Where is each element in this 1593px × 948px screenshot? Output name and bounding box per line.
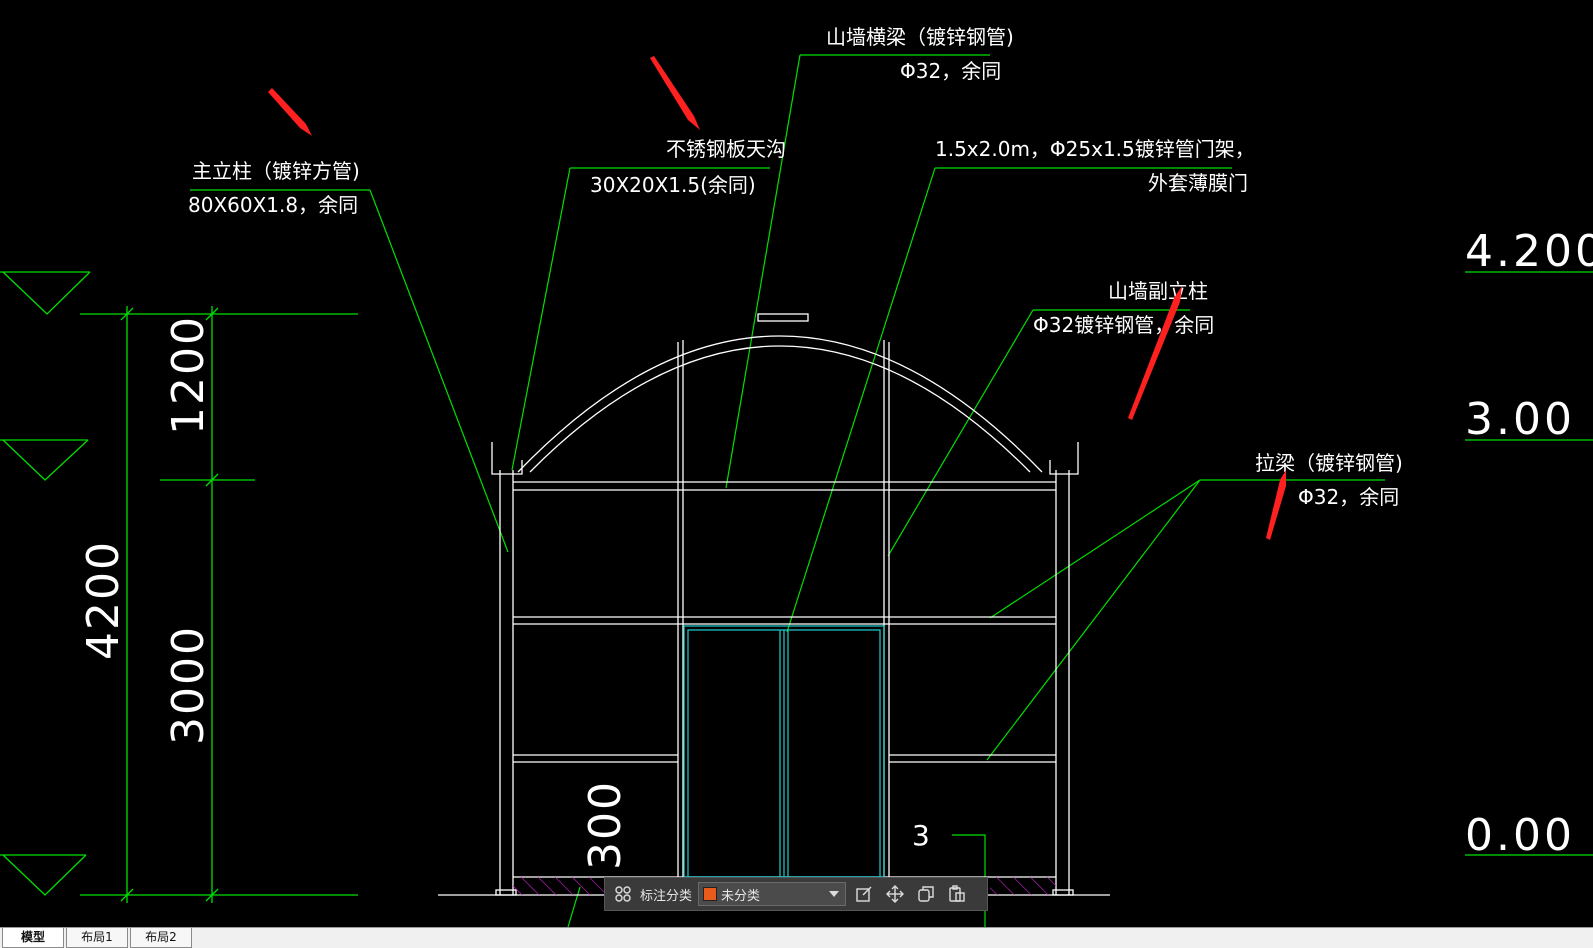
- label-gutter: 不锈钢板天沟: [666, 137, 786, 161]
- label-gable-beam: 山墙横梁（镀锌钢管): [826, 25, 1014, 49]
- dim-lower-text: 3000: [163, 625, 214, 745]
- level-mid-text: 3.00: [1465, 394, 1575, 445]
- level-lines-right: [1465, 271, 1593, 856]
- dim-base-text: 300: [580, 780, 631, 870]
- label-tie-beam-spec: Φ32，余同: [1298, 485, 1399, 509]
- edit-icon[interactable]: [851, 881, 877, 907]
- tab-layout1[interactable]: 布局1: [66, 928, 128, 948]
- dim-upper-text: 1200: [163, 315, 214, 435]
- label-door-cover: 外套薄膜门: [1148, 171, 1248, 195]
- level-marker-left-top: [0, 271, 91, 315]
- door-frame: [683, 625, 885, 878]
- label-main-column: 主立柱（镀锌方管): [192, 159, 360, 183]
- tab-layout2-label: 布局2: [145, 930, 177, 944]
- level-top-text: 4.200: [1465, 226, 1593, 277]
- chevron-down-icon: [829, 891, 840, 897]
- level-marker-left-ground: [0, 854, 87, 896]
- cad-drawing-canvas[interactable]: 4200 1200 3000 300 4.200 3.00 0.00 山墙横梁（…: [0, 0, 1593, 948]
- foundation-hatch-right: [990, 877, 1056, 895]
- label-door: 1.5x2.0m，Φ25x1.5镀锌管门架，: [935, 137, 1255, 161]
- label-gable-sub-column-spec: Φ32镀锌钢管，余同: [1033, 313, 1214, 337]
- label-main-column-spec: 80X60X1.8，余同: [188, 193, 358, 217]
- move-icon[interactable]: [882, 881, 908, 907]
- label-tie-beam: 拉梁（镀锌钢管): [1255, 451, 1403, 475]
- tab-model-label: 模型: [20, 930, 45, 944]
- foundation-hatch-left: [513, 877, 608, 895]
- level-ground-text: 0.00: [1465, 810, 1575, 861]
- toolbar-label: 标注分类: [640, 888, 693, 904]
- grid-icon[interactable]: [610, 881, 636, 907]
- label-gutter-spec: 30X20X1.5(余同): [590, 173, 756, 197]
- label-number-3: 3: [912, 819, 930, 852]
- tab-layout1-label: 布局1: [81, 930, 113, 944]
- greenhouse-frame: [438, 313, 1110, 896]
- copy-icon[interactable]: [913, 881, 939, 907]
- tab-layout2[interactable]: 布局2: [130, 928, 192, 948]
- tab-model[interactable]: 模型: [2, 928, 64, 948]
- label-gable-sub-column: 山墙副立柱: [1108, 279, 1208, 303]
- annotation-category-toolbar: 标注分类 未分类: [604, 877, 988, 911]
- label-gable-beam-spec: Φ32，余同: [900, 59, 1001, 83]
- paste-icon[interactable]: [944, 881, 970, 907]
- layout-tab-bar: 模型 布局1 布局2: [0, 927, 1593, 948]
- category-select[interactable]: 未分类: [698, 882, 847, 906]
- category-value: 未分类: [721, 888, 761, 904]
- dim-total-text: 4200: [78, 540, 129, 660]
- level-marker-left-mid: [0, 439, 89, 481]
- category-swatch: [703, 887, 718, 901]
